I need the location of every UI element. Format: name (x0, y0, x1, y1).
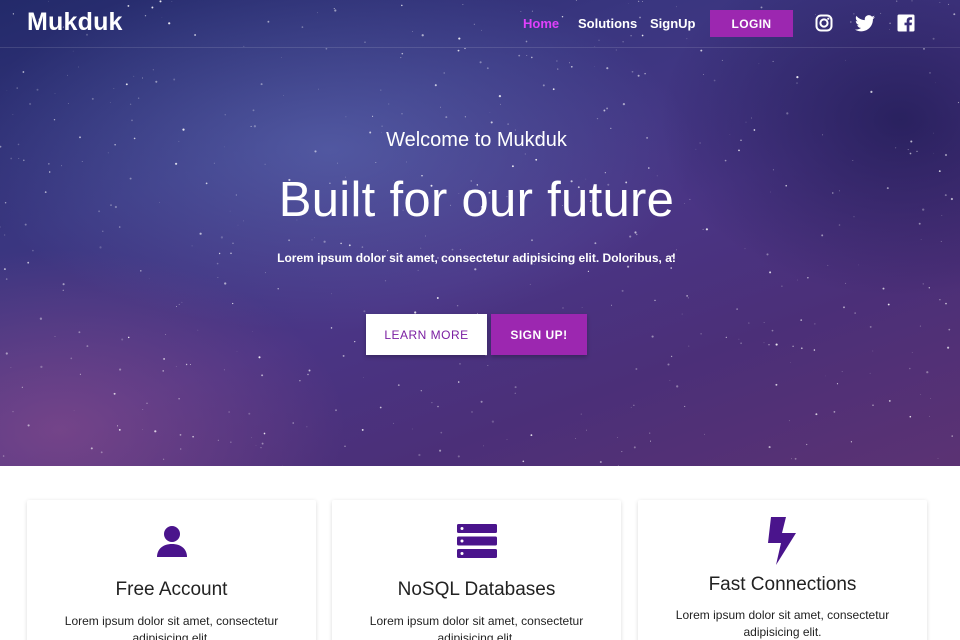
feature-text: Lorem ipsum dolor sit amet, consectetur … (675, 608, 890, 639)
feature-card-fast-connections: Fast Connections Lorem ipsum dolor sit a… (638, 500, 927, 640)
feature-card-nosql-databases: NoSQL Databases Lorem ipsum dolor sit am… (332, 500, 621, 640)
login-button[interactable]: LOGIN (710, 10, 793, 37)
feature-title: Fast Connections (708, 574, 857, 595)
user-icon (27, 524, 316, 558)
learn-more-button[interactable]: LEARN MORE (366, 314, 487, 355)
twitter-icon[interactable] (854, 12, 876, 34)
starfield-background (0, 0, 960, 466)
feature-text: Lorem ipsum dolor sit amet, consectetur … (64, 614, 279, 640)
signup-button[interactable]: SIGN UP! (491, 314, 587, 355)
hero-welcome-text: Welcome to Mukduk (386, 129, 567, 151)
instagram-icon[interactable] (813, 12, 835, 34)
hero-subtext: Lorem ipsum dolor sit amet, consectetur … (277, 251, 676, 265)
feature-title: NoSQL Databases (397, 579, 556, 600)
hero-headline: Built for our future (278, 173, 675, 227)
facebook-icon[interactable] (895, 12, 917, 34)
navbar: Mukduk Home Solutions SignUp LOGIN (0, 0, 960, 48)
feature-text: Lorem ipsum dolor sit amet, consectetur … (369, 614, 584, 640)
database-icon (332, 524, 621, 558)
brand-logo[interactable]: Mukduk (27, 8, 123, 37)
feature-title: Free Account (115, 579, 228, 600)
nav-link-signup[interactable]: SignUp (650, 16, 696, 31)
nav-link-solutions[interactable]: Solutions (578, 16, 637, 31)
bolt-icon (638, 517, 927, 565)
hero-section: Mukduk Home Solutions SignUp LOGIN Welco… (0, 0, 960, 466)
feature-card-free-account: Free Account Lorem ipsum dolor sit amet,… (27, 500, 316, 640)
nav-link-home[interactable]: Home (523, 16, 559, 31)
